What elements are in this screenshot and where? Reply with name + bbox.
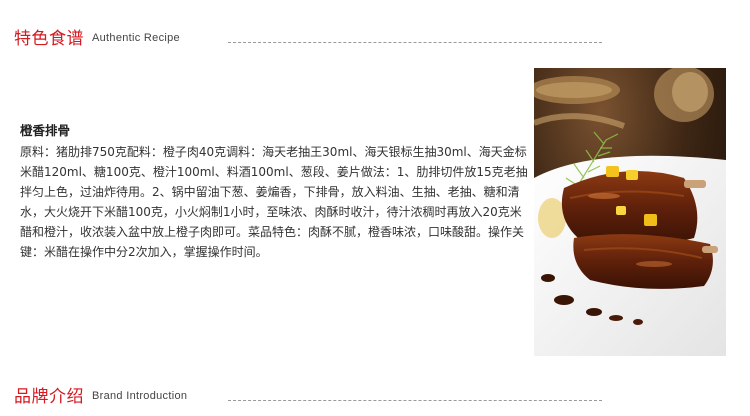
dish-photo — [534, 68, 726, 356]
recipe-name: 橙香排骨 — [20, 123, 71, 138]
section-title-zh: 品牌介绍 — [14, 387, 84, 407]
section-divider — [228, 400, 602, 401]
recipe-text-block: 橙香排骨 原料：猪肋排750克配料：橙子肉40克调料：海天老抽王30ml、海天银… — [20, 121, 530, 262]
section-divider — [228, 42, 602, 43]
section-title-en: Authentic Recipe — [92, 32, 180, 44]
section-title-en: Brand Introduction — [92, 390, 188, 402]
section-title-zh: 特色食谱 — [14, 29, 84, 49]
recipe-description: 原料：猪肋排750克配料：橙子肉40克调料：海天老抽王30ml、海天银标生抽30… — [20, 145, 528, 259]
section-header-recipe: 特色食谱 Authentic Recipe — [0, 22, 750, 52]
section-header-brand: 品牌介绍 Brand Introduction — [0, 380, 750, 410]
